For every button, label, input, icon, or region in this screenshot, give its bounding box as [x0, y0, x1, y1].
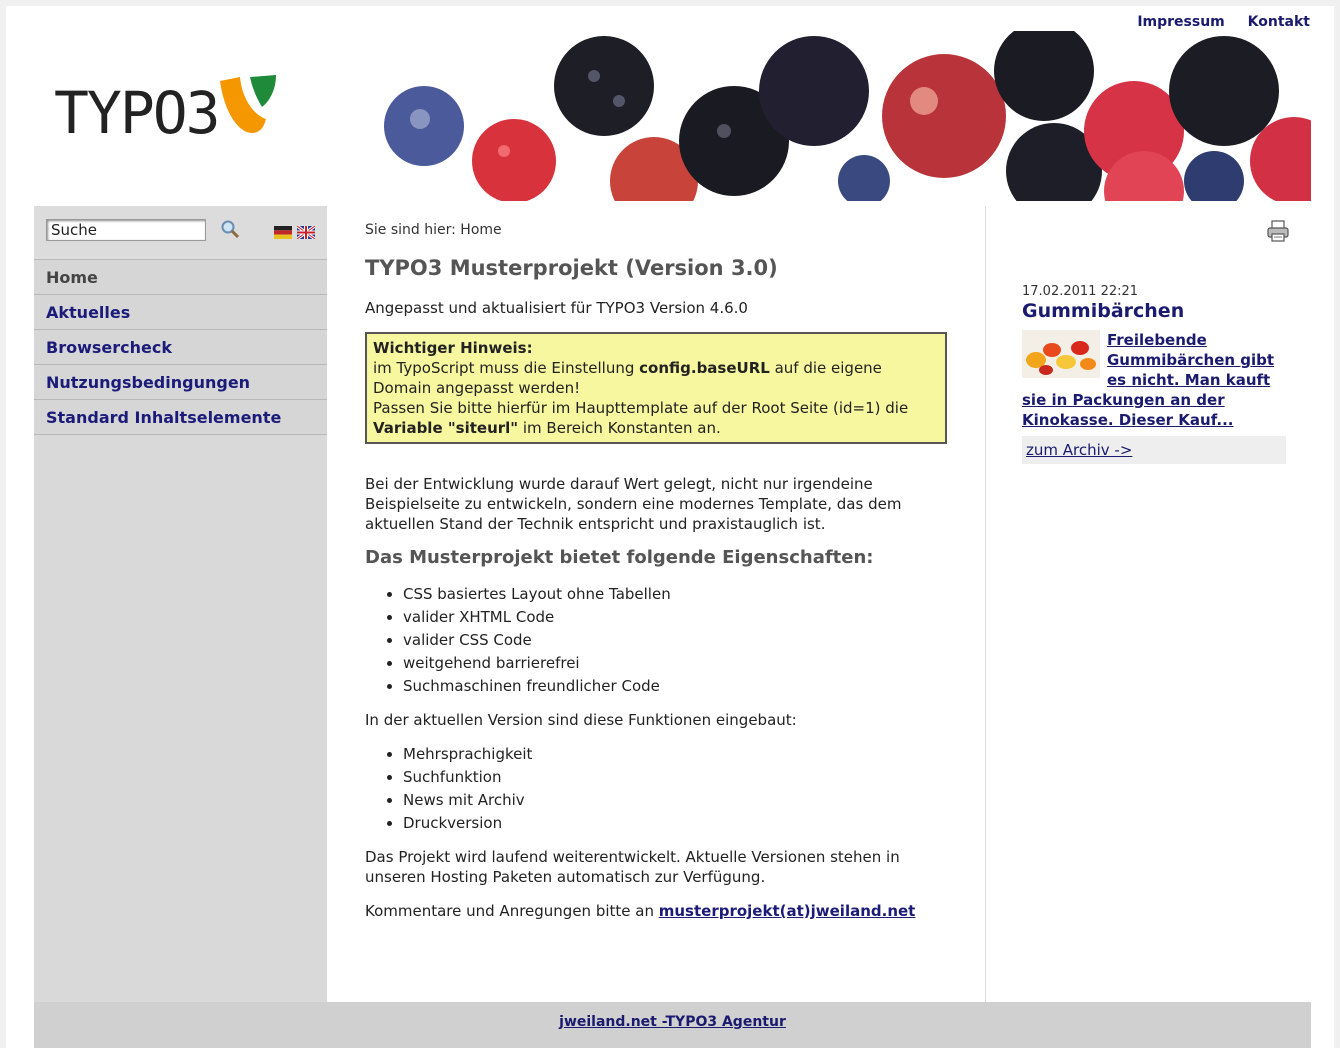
list-item: weitgehend barrierefrei [403, 653, 947, 673]
body-paragraph: In der aktuellen Version sind diese Funk… [365, 711, 797, 729]
search-bar [34, 206, 327, 260]
notice-heading: Wichtiger Hinweis: [373, 339, 533, 357]
notice-text: im TypoScript muss die Einstellung [373, 359, 640, 377]
notice-emphasis: Variable "siteurl" [373, 419, 519, 437]
top-navigation: Impressum Kontakt [1119, 14, 1310, 30]
news-teaser: Freilebende Gummibärchen gibt es nicht. … [1022, 330, 1284, 430]
printer-icon[interactable] [1267, 220, 1289, 242]
typo3-logo-text[interactable]: TYPO3 [54, 79, 221, 147]
typo3-logo-icon[interactable] [216, 71, 296, 141]
functions-list: Mehrsprachigkeit Suchfunktion News mit A… [365, 744, 947, 833]
kontakt-link[interactable]: Kontakt [1248, 14, 1310, 30]
right-sidebar: 17.02.2011 22:21 Gummibärchen Freilebend… [986, 206, 1311, 1002]
page: Impressum Kontakt TYPO3 Suche Home Aktue… [6, 6, 1334, 1048]
important-notice-box: Wichtiger Hinweis: im TypoScript muss di… [365, 332, 947, 444]
header-banner: TYPO3 [34, 31, 1311, 201]
search-icon[interactable] [220, 219, 240, 239]
notice-text: im Bereich Konstanten an. [518, 419, 721, 437]
breadcrumb: Sie sind hier: Home [365, 222, 502, 238]
language-flags [274, 224, 316, 243]
news-title[interactable]: Gummibärchen [1022, 300, 1184, 322]
news-date: 17.02.2011 22:21 [1022, 284, 1139, 299]
notice-text: Passen Sie bitte hierfür im Haupttemplat… [373, 399, 909, 417]
menu-item-home[interactable]: Home [34, 260, 327, 295]
email-link[interactable]: musterprojekt(at)jweiland.net [659, 902, 916, 920]
list-item: Suchmaschinen freundlicher Code [403, 676, 947, 696]
menu-item-nutzungsbedingungen[interactable]: Nutzungsbedingungen [34, 365, 327, 400]
features-list: CSS basiertes Layout ohne Tabellen valid… [365, 584, 947, 696]
list-item: Druckversion [403, 813, 947, 833]
menu-item-standard-inhaltselemente[interactable]: Standard Inhaltselemente [34, 400, 327, 435]
main-content: Sie sind hier: Home TYPO3 Musterprojekt … [327, 206, 986, 1002]
impressum-link[interactable]: Impressum [1137, 14, 1224, 30]
german-flag-icon[interactable] [274, 226, 292, 239]
footer: jweiland.net -TYPO3 Agentur [34, 1002, 1311, 1048]
body-paragraph: Das Projekt wird laufend weiterentwickel… [365, 848, 900, 886]
archive-box: zum Archiv -> [1022, 436, 1286, 464]
list-item: News mit Archiv [403, 790, 947, 810]
menu-item-browsercheck[interactable]: Browsercheck [34, 330, 327, 365]
contact-text: Kommentare und Anregungen bitte an [365, 902, 659, 920]
list-item: valider CSS Code [403, 630, 947, 650]
list-item: Mehrsprachigkeit [403, 744, 947, 764]
left-sidebar: Home Aktuelles Browsercheck Nutzungsbedi… [34, 206, 327, 1002]
intro-text: Angepasst und aktualisiert für TYPO3 Ver… [365, 299, 748, 317]
search-input[interactable] [46, 219, 206, 241]
archive-link[interactable]: zum Archiv -> [1026, 441, 1132, 459]
list-item: valider XHTML Code [403, 607, 947, 627]
menu-item-aktuelles[interactable]: Aktuelles [34, 295, 327, 330]
contact-paragraph: Kommentare und Anregungen bitte an muste… [365, 901, 947, 921]
berries-banner-image [354, 31, 1311, 201]
notice-emphasis: config.baseURL [639, 359, 770, 377]
section-heading: Das Musterprojekt bietet folgende Eigens… [365, 547, 874, 568]
body-paragraph: Bei der Entwicklung wurde darauf Wert ge… [365, 475, 902, 533]
list-item: CSS basiertes Layout ohne Tabellen [403, 584, 947, 604]
news-teaser-link[interactable]: Freilebende Gummibärchen gibt es nicht. … [1022, 330, 1284, 390]
uk-flag-icon[interactable] [296, 224, 316, 241]
page-title: TYPO3 Musterprojekt (Version 3.0) [365, 256, 778, 280]
news-teaser-link-continued[interactable]: sie in Packungen an der Kinokasse. Diese… [1022, 391, 1234, 429]
footer-agency-link[interactable]: jweiland.net -TYPO3 Agentur [559, 1014, 786, 1030]
list-item: Suchfunktion [403, 767, 947, 787]
